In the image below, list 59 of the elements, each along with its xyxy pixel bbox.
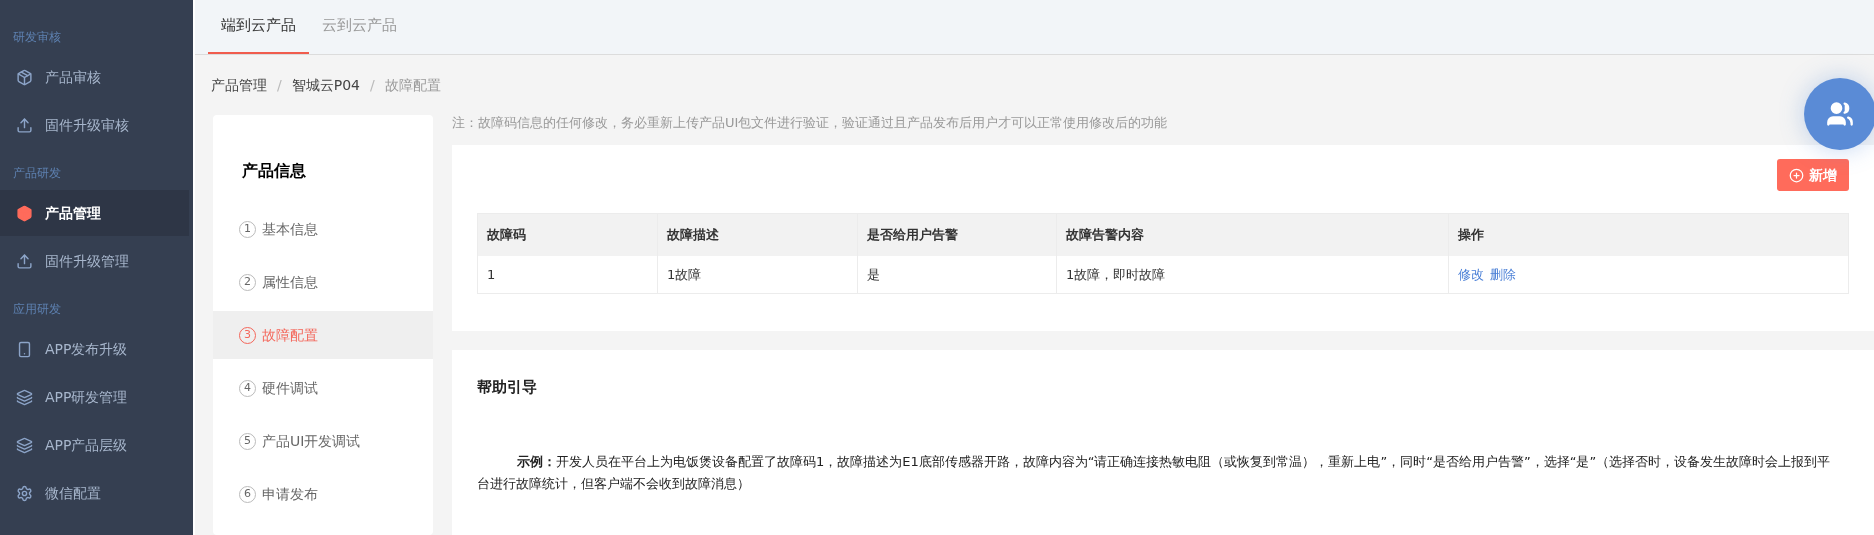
table-cell: 1 [477,255,658,294]
column-header: 是否给用户告警 [857,213,1057,256]
help-text: 示例：开发人员在平台上为电饭煲设备配置了故障码1，故障描述为E1底部传感器开路，故障内容为“请正确连接热敏电阻（或恢复到常温），重新上电”，同时“是否给用户告警”，选择“是”（选择否时，设备发生故障时会上报到平台进行故障统计，但客户端不会收到故障消息） [477,452,1832,493]
sidebar-item[interactable]: 固件升级审核 [0,102,189,148]
breadcrumb-current: 故障配置 [384,75,441,95]
group-icon [1826,100,1854,128]
column-header: 故障描述 [657,213,858,256]
sidebar-item-label: 产品审核 [45,67,101,87]
sidebar-item[interactable]: 微信配置 [0,470,189,516]
settings-icon [16,484,33,502]
plus-icon [1789,167,1804,183]
sidebar-item-label: APP产品层级 [45,435,128,455]
sidebar-group-title: 研发审核 [12,29,62,46]
tab[interactable]: 云到云产品 [309,0,410,54]
upload-icon [16,252,33,270]
step-item[interactable]: 2 属性信息 [213,258,433,306]
sidebar-item[interactable]: 产品管理 [0,190,189,236]
layers-icon [16,436,33,454]
step-item[interactable]: 1 基本信息 [213,205,433,253]
sidebar-item[interactable]: APP研发管理 [0,374,189,420]
sidebar-item-label: 固件升级审核 [45,115,129,135]
sidebar-group-title: 产品研发 [12,165,62,182]
notice-text: 注：故障码信息的任何修改，务必重新上传产品UI包文件进行验证，验证通过且产品发布后用户才可以正常使用修改后的功能 [452,114,1168,132]
sidebar-item-label: 产品管理 [45,203,101,223]
step-item[interactable]: 6 申请发布 [213,470,433,518]
steps-title: 产品信息 [241,160,307,182]
step-item[interactable]: 5 产品UI开发调试 [213,417,433,465]
add-button[interactable]: 新增 [1777,159,1849,191]
column-header: 操作 [1448,213,1849,256]
layers-icon [16,388,33,406]
phone-icon [16,340,33,358]
table-cell: 是 [857,255,1057,294]
table-cell: 1故障 [657,255,858,294]
column-header: 故障告警内容 [1056,213,1449,256]
breadcrumb-separator: / [370,75,375,95]
step-item[interactable]: 3 故障配置 [213,311,433,359]
action-link[interactable]: 修改 [1458,264,1484,284]
step-item[interactable]: 4 硬件调试 [213,364,433,412]
breadcrumb-link[interactable]: 产品管理 [211,74,267,96]
sidebar-item[interactable]: 产品审核 [0,54,189,100]
tab[interactable]: 端到云产品 [208,0,309,54]
breadcrumb-link[interactable]: 智城云P04 [291,74,360,96]
package-icon [16,68,33,86]
sidebar-item[interactable]: APP发布升级 [0,326,189,372]
sidebar-item[interactable]: APP产品层级 [0,422,189,468]
sidebar-item-label: APP发布升级 [45,339,128,359]
sidebar-group-title: 应用研发 [12,301,62,318]
cube-icon [16,204,33,222]
sidebar-item-label: 微信配置 [45,483,101,503]
table-cell: 1故障，即时故障 [1056,255,1449,294]
help-title: 帮助引导 [477,377,538,398]
action-link[interactable]: 删除 [1490,264,1516,284]
contact-button[interactable] [1804,78,1874,150]
column-header: 故障码 [477,213,658,256]
sidebar-item-label: 固件升级管理 [45,251,129,271]
upload-icon [16,116,33,134]
breadcrumb-separator: / [277,75,282,95]
sidebar-item-label: APP研发管理 [45,387,128,407]
sidebar-item[interactable]: 固件升级管理 [0,238,189,284]
